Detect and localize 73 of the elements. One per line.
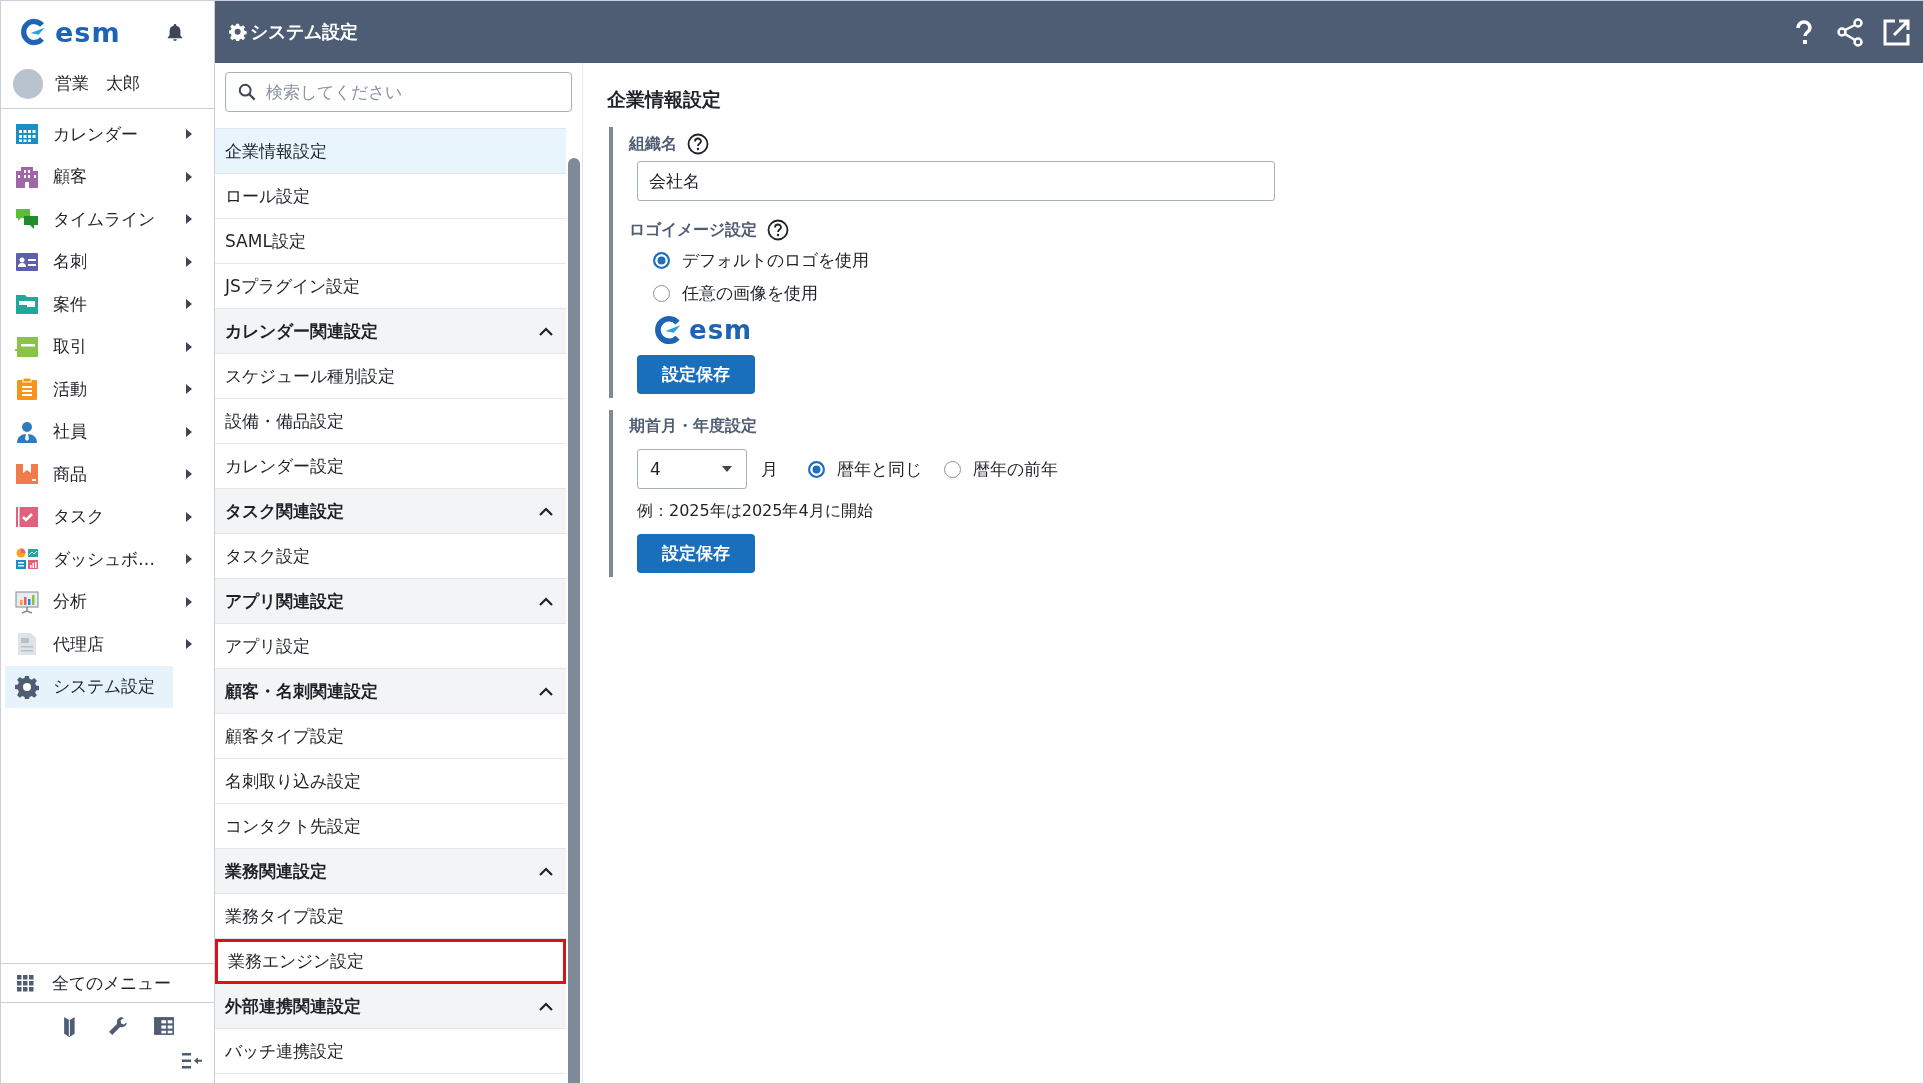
group-header[interactable]: 顧客・名刺関連設定 bbox=[215, 669, 566, 714]
user-name: 営業 太郎 bbox=[55, 72, 140, 95]
field-label: 期首月・年度設定 bbox=[629, 416, 757, 437]
bell-icon[interactable] bbox=[166, 22, 184, 42]
chevron-up-icon bbox=[538, 686, 554, 696]
collapse-menu-icon[interactable] bbox=[182, 1053, 202, 1069]
group-header[interactable]: カレンダー関連設定 bbox=[215, 309, 566, 354]
grid-icon bbox=[17, 974, 34, 992]
clipboard-icon bbox=[15, 377, 39, 402]
presentation-chart-icon bbox=[15, 589, 39, 614]
radio-option[interactable]: デフォルトのロゴを使用 bbox=[653, 249, 869, 272]
nav-item[interactable]: 案件 bbox=[5, 283, 203, 326]
wrench-icon[interactable] bbox=[106, 1015, 129, 1037]
unit-label: 月 bbox=[761, 457, 778, 481]
table-icon[interactable] bbox=[152, 1015, 175, 1037]
search-field[interactable]: 検索してください bbox=[225, 72, 572, 112]
dashboard-icon bbox=[15, 547, 39, 572]
field-label: ロゴイメージ設定 bbox=[629, 219, 757, 241]
nav-item[interactable]: 代理店 bbox=[5, 623, 203, 666]
radio-option[interactable]: 暦年と同じ bbox=[808, 457, 922, 481]
settings-icon bbox=[15, 674, 39, 699]
nav-item[interactable]: 商品 bbox=[5, 453, 203, 496]
calendar-icon bbox=[15, 122, 39, 147]
example-text: 例：2025年は2025年4月に開始 bbox=[637, 501, 873, 522]
share-icon[interactable] bbox=[1835, 17, 1865, 47]
chevron-up-icon bbox=[538, 1001, 554, 1011]
caret-icon bbox=[722, 466, 732, 472]
nav-item[interactable]: 社員 bbox=[5, 410, 203, 453]
chevron-up-icon bbox=[538, 506, 554, 516]
nav-item[interactable]: タスク bbox=[5, 495, 203, 538]
nav-item[interactable]: 取引 bbox=[5, 325, 203, 368]
nav-item[interactable]: システム設定 bbox=[5, 665, 173, 708]
logo-text: esm bbox=[55, 16, 121, 48]
all-menu-link[interactable]: 全てのメニュー bbox=[1, 963, 214, 1003]
group-header[interactable]: 業務関連設定 bbox=[215, 849, 566, 894]
nav-item[interactable]: 顧客 bbox=[5, 155, 203, 198]
nav-item[interactable]: ダッシュボ… bbox=[5, 538, 203, 581]
settings-menu-item[interactable]: 企業情報設定 bbox=[215, 129, 566, 174]
open-external-icon[interactable] bbox=[1881, 17, 1911, 47]
save-button[interactable]: 設定保存 bbox=[637, 355, 755, 394]
nav-item[interactable]: カレンダー bbox=[5, 113, 203, 156]
nav-item[interactable]: 名刺 bbox=[5, 240, 203, 283]
group-header[interactable]: 外部連携関連設定 bbox=[215, 984, 566, 1029]
page-title: システム設定 bbox=[250, 20, 358, 44]
settings-menu-item[interactable]: 業務エンジン設定 bbox=[215, 939, 566, 984]
chevron-up-icon bbox=[538, 596, 554, 606]
text-input[interactable]: 会社名 bbox=[637, 161, 1275, 201]
help-icon[interactable] bbox=[687, 133, 709, 155]
scrollbar[interactable] bbox=[568, 158, 580, 1083]
section-title: 企業情報設定 bbox=[607, 87, 721, 112]
box-icon bbox=[15, 462, 39, 487]
search-icon bbox=[238, 83, 256, 101]
chevron-up-icon bbox=[538, 326, 554, 336]
month-dropdown[interactable]: 4 bbox=[637, 449, 747, 489]
document-icon bbox=[15, 632, 39, 657]
person-icon bbox=[15, 419, 39, 444]
help-icon[interactable] bbox=[767, 219, 789, 241]
group-header[interactable]: アプリ関連設定 bbox=[215, 579, 566, 624]
nav-item[interactable]: タイムライン bbox=[5, 198, 203, 241]
checkbox-icon bbox=[15, 504, 39, 529]
radio-option[interactable]: 任意の画像を使用 bbox=[653, 282, 869, 305]
chevron-up-icon bbox=[538, 866, 554, 876]
field-label: 組織名 bbox=[629, 133, 677, 155]
building-icon bbox=[15, 164, 39, 189]
document-icon bbox=[15, 334, 39, 359]
radio-option[interactable]: 暦年の前年 bbox=[944, 457, 1058, 481]
nav-item[interactable]: 活動 bbox=[5, 368, 203, 411]
group-header[interactable]: タスク関連設定 bbox=[215, 489, 566, 534]
logo-text: esm bbox=[689, 315, 753, 345]
settings-icon bbox=[229, 23, 247, 41]
save-button[interactable]: 設定保存 bbox=[637, 534, 755, 573]
nav-item[interactable]: 分析 bbox=[5, 580, 203, 623]
folder-icon bbox=[15, 292, 39, 317]
